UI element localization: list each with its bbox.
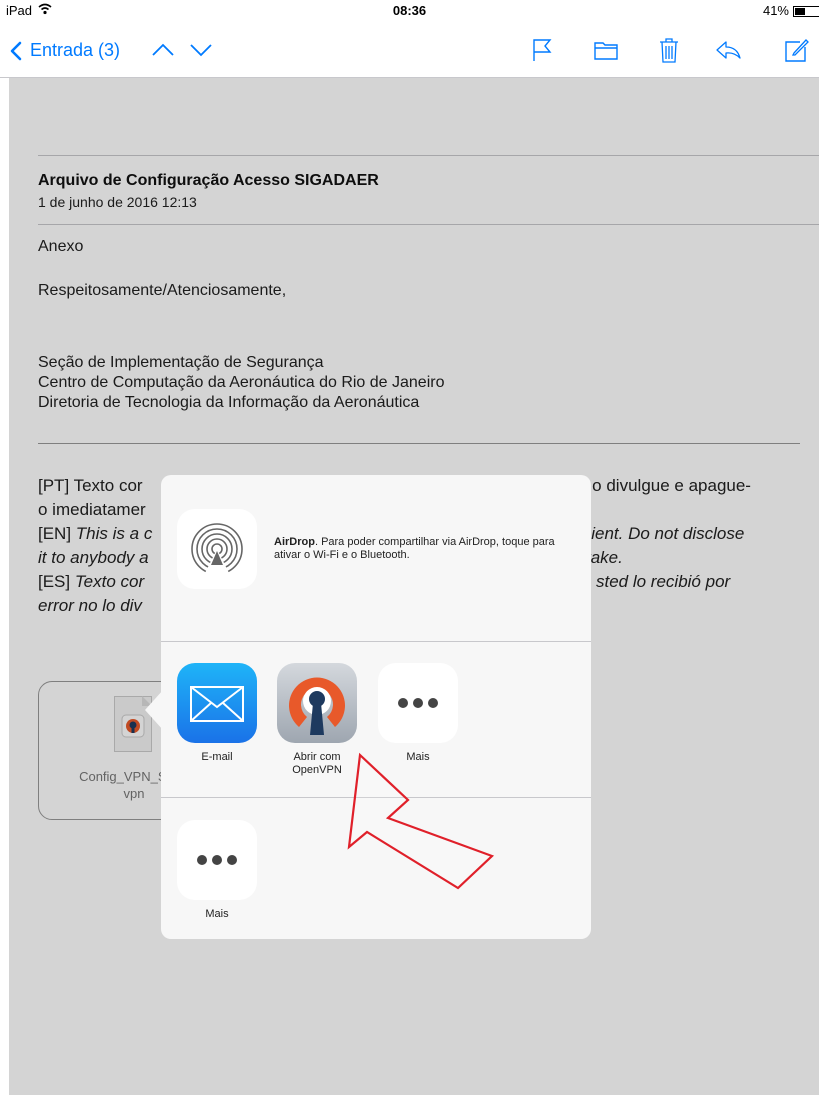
clock: 08:36 [392,3,427,18]
share-sheet: AirDrop. Para poder compartilhar via Air… [161,475,591,939]
chevron-left-icon [10,41,22,60]
back-to-inbox-button[interactable]: Entrada (3) [8,40,120,61]
airdrop-title: AirDrop [274,536,315,548]
status-bar: iPad 08:36 41% [0,0,819,22]
mail-toolbar: Entrada (3) [0,22,819,78]
back-label: Entrada (3) [30,40,121,60]
airdrop-icon[interactable] [177,509,257,589]
more-icon [378,663,458,743]
openvpn-icon [277,663,357,743]
ipad-screen: iPad 08:36 41% Entrada (3) Arquivo de Co… [0,0,819,1095]
share-action-more[interactable]: Mais [175,820,259,921]
airdrop-description: AirDrop. Para poder compartilhar via Air… [274,536,574,562]
share-app-more[interactable]: Mais [376,663,460,764]
airdrop-row: AirDrop. Para poder compartilhar via Air… [161,475,591,641]
app-label: E-mail [201,751,233,763]
folder-icon[interactable] [592,36,620,64]
app-label-line: Abrir com [293,751,341,763]
app-label: Mais [406,751,430,763]
chevron-up-icon[interactable] [150,40,176,60]
trash-icon[interactable] [655,36,683,64]
share-app-email[interactable]: E-mail [175,663,259,764]
mail-icon [177,663,257,743]
action-label: Mais [205,908,229,920]
app-label: Abrir com OpenVPN [275,751,359,777]
airdrop-text: . Para poder compartilhar via AirDrop, t… [274,536,555,561]
app-label-line: OpenVPN [292,764,342,776]
more-icon [177,820,257,900]
share-app-openvpn[interactable]: Abrir com OpenVPN [275,663,359,777]
battery-icon [793,6,819,17]
reply-icon[interactable] [714,36,742,64]
flag-icon[interactable] [528,36,556,64]
divider [161,797,591,798]
popover-pointer [145,690,163,730]
divider [161,641,591,642]
battery-percent: 41% [762,3,789,18]
compose-icon[interactable] [782,36,810,64]
chevron-down-icon[interactable] [188,40,214,60]
